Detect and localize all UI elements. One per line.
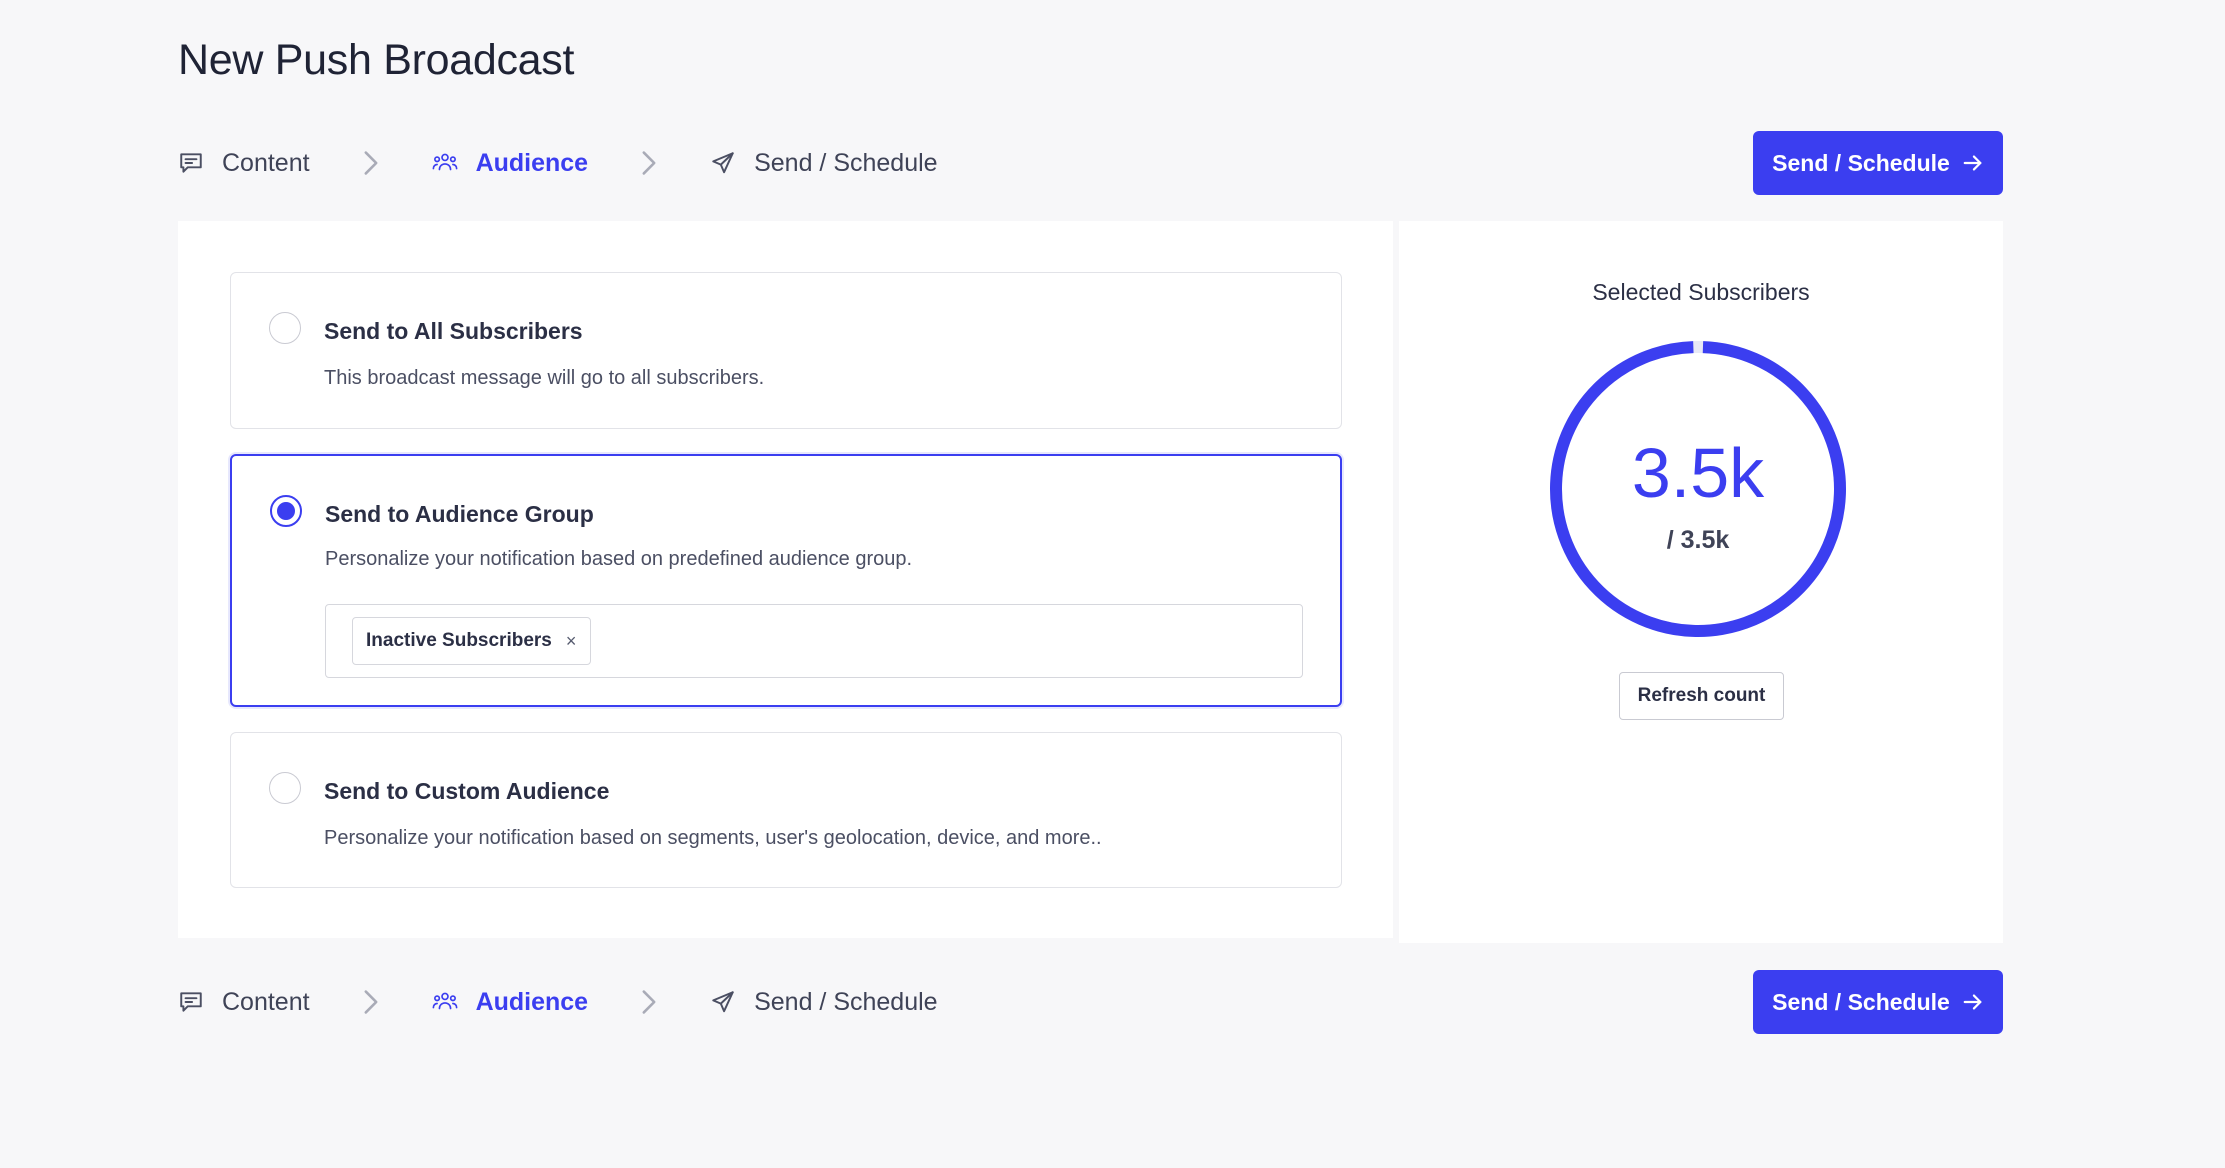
send-schedule-button-label: Send / Schedule [1772,988,1950,1015]
tag-label: Inactive Subscribers [366,630,552,651]
steps-nav-bottom: Content Audience Send / Schedule Send / … [178,970,2003,1034]
step-audience-label: Audience [475,148,589,177]
refresh-count-button[interactable]: Refresh count [1619,672,1784,720]
chevron-right-icon [362,989,380,1015]
radio-audience-group[interactable] [270,495,302,527]
send-icon [710,989,736,1015]
send-schedule-button[interactable]: Send / Schedule [1753,970,2003,1034]
audience-group-input[interactable]: Inactive Subscribers × [325,604,1303,678]
option-custom-audience[interactable]: Send to Custom Audience Personalize your… [230,732,1342,888]
send-schedule-button[interactable]: Send / Schedule [1753,131,2003,195]
audience-group-tag: Inactive Subscribers × [352,617,592,665]
subscribers-ring: 3.5k / 3.5k [1547,338,1849,640]
chevron-right-icon [640,150,658,176]
arrow-right-icon [1962,991,1984,1013]
radio-all-subscribers[interactable] [269,312,301,344]
option-all-subscribers[interactable]: Send to All Subscribers This broadcast m… [230,272,1342,429]
option-description: Personalize your notification based on s… [324,827,1102,849]
option-audience-group[interactable]: Send to Audience Group Personalize your … [230,454,1342,707]
audience-options-panel: Send to All Subscribers This broadcast m… [178,221,1393,938]
selected-subscribers-title: Selected Subscribers [1592,279,1810,305]
step-audience-label: Audience [475,987,589,1016]
step-content-label: Content [222,987,310,1016]
users-icon [432,989,458,1015]
option-title: Send to Custom Audience [324,778,610,804]
chevron-right-icon [640,989,658,1015]
step-content[interactable]: Content [178,149,310,178]
option-description: Personalize your notification based on p… [325,548,913,570]
total-count: / 3.5k [1666,526,1730,554]
step-send-schedule[interactable]: Send / Schedule [710,987,938,1017]
step-send-schedule-label: Send / Schedule [754,148,938,177]
close-icon[interactable]: × [566,631,577,652]
option-title: Send to All Subscribers [324,318,583,344]
radio-custom-audience[interactable] [269,772,301,804]
selected-count: 3.5k [1631,434,1765,512]
arrow-right-icon [1962,152,1984,174]
message-square-icon [178,150,204,176]
option-description: This broadcast message will go to all su… [324,367,765,389]
step-send-schedule-label: Send / Schedule [754,987,938,1016]
step-audience[interactable]: Audience [432,987,589,1017]
step-content[interactable]: Content [178,988,310,1017]
selected-subscribers-panel: Selected Subscribers 3.5k / 3.5k Refresh… [1399,221,2003,943]
step-content-label: Content [222,148,310,177]
message-square-icon [178,989,204,1015]
chevron-right-icon [362,150,380,176]
steps-nav-top: Content Audience Send / Schedule Send / … [178,131,2003,195]
send-schedule-button-label: Send / Schedule [1772,149,1950,176]
option-title: Send to Audience Group [325,501,594,527]
page-title: New Push Broadcast [178,36,575,84]
step-audience[interactable]: Audience [432,148,589,178]
users-icon [432,150,458,176]
send-icon [710,150,736,176]
step-send-schedule[interactable]: Send / Schedule [710,148,938,178]
